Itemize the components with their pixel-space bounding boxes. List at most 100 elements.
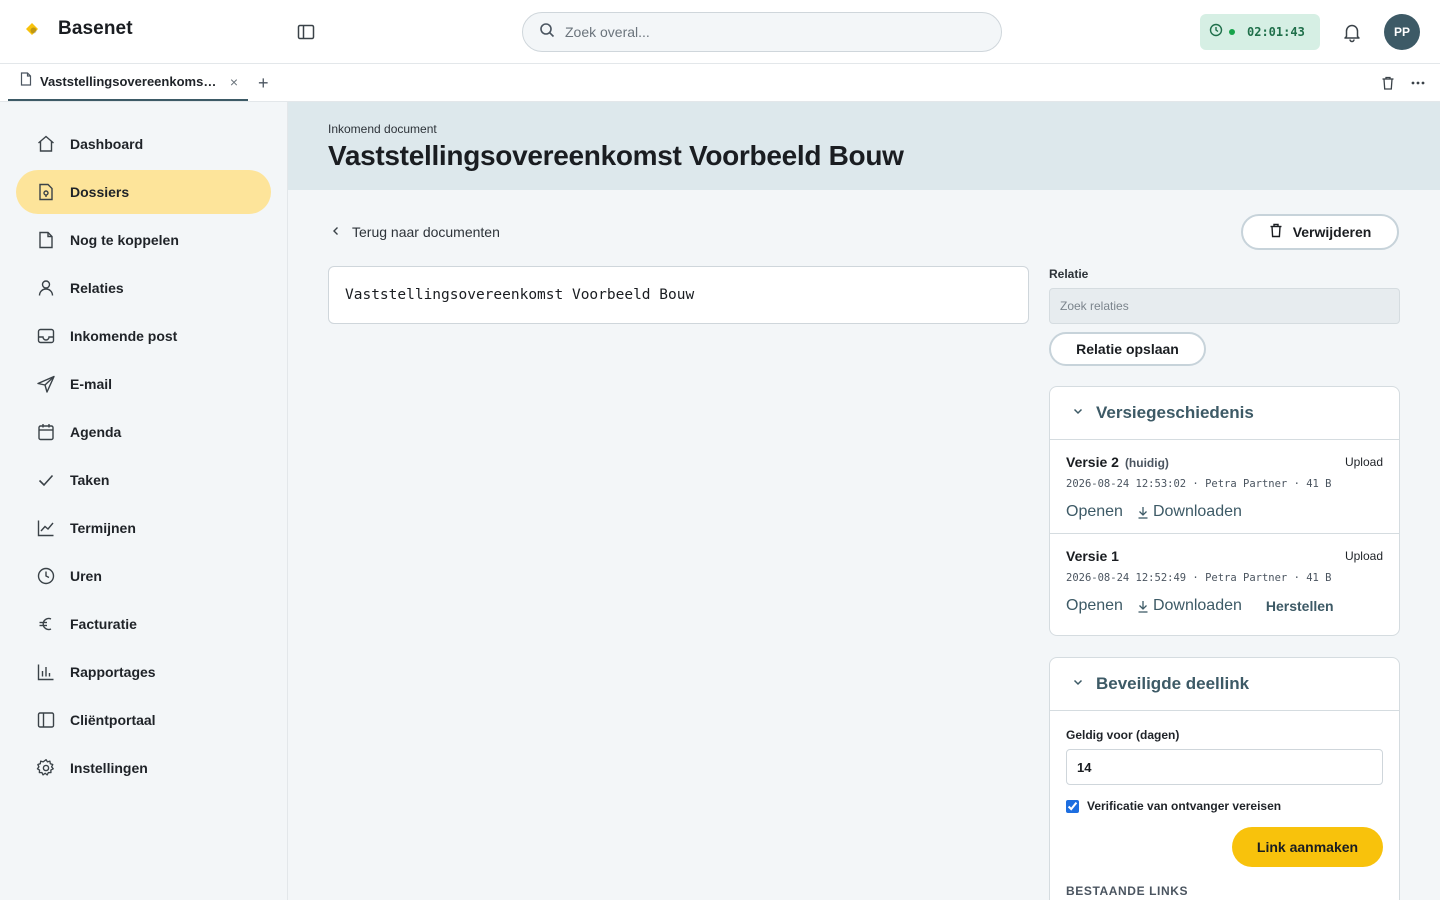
relation-label: Relatie [1049, 267, 1089, 281]
sidebar-item-dossiers[interactable]: Dossiers [16, 170, 271, 214]
bell-icon[interactable] [1341, 21, 1363, 43]
search-icon [539, 22, 555, 43]
chevron-left-icon [330, 224, 342, 240]
more-icon[interactable] [1410, 75, 1426, 91]
delete-button[interactable]: Verwijderen [1241, 214, 1399, 250]
clock-icon [36, 566, 56, 586]
sidebar-item-label: Termijnen [70, 520, 136, 536]
main-content: Inkomend document Vaststellingsovereenko… [288, 102, 1440, 900]
tab-document[interactable]: Vaststellingsovereenkomst Voorbeeld Bouw… [8, 64, 248, 101]
version-history-header[interactable]: Versiegeschiedenis [1050, 387, 1399, 440]
version-type: Upload [1344, 549, 1383, 563]
download-version-link[interactable]: Downloaden [1137, 597, 1242, 615]
current-badge: (huidig) [1124, 456, 1169, 470]
sidebar-item-email[interactable]: E-mail [16, 362, 271, 406]
verify-recipient-option[interactable]: Verificatie van ontvanger vereisen [1066, 799, 1281, 813]
avatar[interactable]: PP [1384, 14, 1420, 50]
valid-days-label: Geldig voor (dagen) [1066, 728, 1180, 742]
open-version-link[interactable]: Openen [1066, 503, 1123, 521]
time-tracker[interactable]: 02:01:43 [1200, 14, 1320, 50]
download-label: Downloaden [1152, 597, 1242, 614]
sidebar-item-relaties[interactable]: Relaties [16, 266, 271, 310]
sidebar-item-nog-te-koppelen[interactable]: Nog te koppelen [16, 218, 271, 262]
folder-document-icon [36, 182, 56, 202]
valid-days-input[interactable] [1066, 749, 1383, 785]
verify-recipient-label: Verificatie van ontvanger vereisen [1087, 799, 1282, 813]
sidebar-item-facturatie[interactable]: Facturatie [16, 602, 271, 646]
logo-icon [24, 21, 40, 37]
open-version-link[interactable]: Openen [1066, 597, 1123, 615]
existing-links-heading: BESTAANDE LINKS [1066, 884, 1189, 898]
check-icon [36, 470, 56, 490]
sidebar-item-label: Facturatie [70, 616, 137, 632]
portal-icon [36, 710, 56, 730]
version-meta: 2026-08-24 12:53:02 · Petra Partner · 41… [1066, 478, 1332, 490]
user-icon [36, 278, 56, 298]
page-title: Vaststellingsovereenkomst Voorbeeld Bouw [328, 140, 904, 171]
sidebar-item-termijnen[interactable]: Termijnen [16, 506, 271, 550]
add-tab-icon[interactable]: + [258, 74, 269, 92]
tab-label: Vaststellingsovereenkomst Voorbeeld Bouw [40, 74, 218, 89]
sidebar-item-label: Dossiers [70, 184, 130, 200]
sidebar-item-label: Relaties [70, 280, 124, 296]
share-link-header[interactable]: Beveiligde deellink [1050, 658, 1399, 711]
document-type-label: Inkomend document [328, 122, 437, 136]
sidebar-item-instellingen[interactable]: Instellingen [16, 746, 271, 790]
save-relation-button[interactable]: Relatie opslaan [1049, 332, 1206, 366]
calendar-icon [36, 422, 56, 442]
verify-recipient-checkbox[interactable] [1066, 799, 1079, 813]
restore-version-button[interactable]: Herstellen [1266, 598, 1334, 614]
euro-icon [36, 614, 56, 634]
version-name: Versie 1 [1066, 548, 1119, 564]
sidebar-item-dashboard[interactable]: Dashboard [16, 122, 271, 166]
global-search[interactable] [522, 12, 1002, 52]
trash-icon [1269, 223, 1283, 241]
document-title-field[interactable] [328, 266, 1029, 324]
chevron-down-icon[interactable] [1072, 675, 1084, 693]
close-icon[interactable]: × [230, 75, 238, 89]
relation-search-input[interactable] [1049, 288, 1400, 324]
secure-share-link-panel: Beveiligde deellink Geldig voor (dagen) … [1049, 657, 1400, 900]
delete-label: Verwijderen [1292, 224, 1372, 240]
sidebar-item-label: Instellingen [70, 760, 148, 776]
app-logo[interactable]: Basenet [24, 18, 133, 40]
version-history-title: Versiegeschiedenis [1096, 403, 1254, 422]
sidebar-item-uren[interactable]: Uren [16, 554, 271, 598]
search-input[interactable] [565, 24, 965, 40]
file-icon [20, 72, 32, 91]
version-row: Versie 2 (huidig) Upload 2026-08-24 12:53… [1050, 440, 1399, 534]
stopwatch-icon [1209, 23, 1223, 42]
download-icon [1138, 506, 1148, 519]
sidebar-item-rapportages[interactable]: Rapportages [16, 650, 271, 694]
home-icon [36, 134, 56, 154]
version-label: Versie 2 [1066, 454, 1119, 470]
sidebar-item-agenda[interactable]: Agenda [16, 410, 271, 454]
version-actions: Openen Downloaden [1066, 503, 1242, 521]
sidebar-item-taken[interactable]: Taken [16, 458, 271, 502]
sidebar-item-clientportaal[interactable]: Cliëntportaal [16, 698, 271, 742]
share-link-title: Beveiligde deellink [1096, 674, 1250, 693]
trash-icon[interactable] [1380, 75, 1396, 91]
chart-line-icon [36, 518, 56, 538]
back-to-documents-link[interactable]: Terug naar documenten [330, 224, 500, 240]
sidebar-item-inkomende-post[interactable]: Inkomende post [16, 314, 271, 358]
version-name: Versie 2 (huidig) [1066, 454, 1169, 470]
sidebar-item-label: Inkomende post [70, 328, 178, 344]
sidebar-item-label: Nog te koppelen [70, 232, 179, 248]
sidebar-toggle-icon[interactable] [296, 22, 316, 42]
sidebar-item-label: Agenda [70, 424, 122, 440]
download-version-link[interactable]: Downloaden [1137, 503, 1242, 521]
version-actions: Openen Downloaden Herstellen [1066, 597, 1334, 615]
version-row: Versie 1 Upload 2026-08-24 12:52:49 · Pe… [1050, 534, 1399, 628]
chevron-down-icon[interactable] [1072, 404, 1084, 422]
sidebar-item-label: Taken [70, 472, 110, 488]
inbox-icon [36, 326, 56, 346]
file-icon [36, 230, 56, 250]
top-bar: Basenet 02:01:43 PP [0, 0, 1440, 64]
download-icon [1138, 600, 1148, 613]
page-header: Inkomend document Vaststellingsovereenko… [288, 102, 1440, 190]
create-link-button[interactable]: Link aanmaken [1232, 827, 1383, 867]
version-history-panel: Versiegeschiedenis Versie 2 (huidig) Uplo… [1049, 386, 1400, 636]
sidebar-item-label: Uren [70, 568, 102, 584]
document-title-input[interactable] [345, 287, 1015, 303]
